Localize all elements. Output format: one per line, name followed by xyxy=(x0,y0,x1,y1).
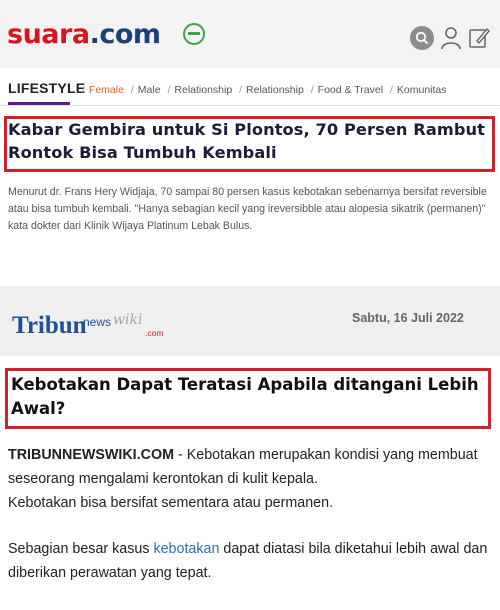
paragraph: Kebotakan bisa bersifat sementara atau p… xyxy=(8,495,334,511)
svg-text:Tribun: Tribun xyxy=(12,312,87,339)
nav-item-relationship-2[interactable]: Relationship xyxy=(246,84,304,96)
verified-badge-icon xyxy=(183,23,205,45)
article-title[interactable]: Kabar Gembira untuk Si Plontos, 70 Perse… xyxy=(8,118,488,164)
edit-icon[interactable] xyxy=(468,26,490,50)
paragraph: Sebagian besar kasus kebotakan dapat dia… xyxy=(8,541,488,581)
subcategory-list: / Female / Male / Relationship / Relationshi… xyxy=(82,84,447,96)
nav-item-komunitas[interactable]: Komunitas xyxy=(397,84,447,96)
svg-text:wiki: wiki xyxy=(113,312,142,328)
svg-text:.com: .com xyxy=(145,328,163,338)
paragraph: TRIBUNNEWSWIKI.COM - Kebotakan merupakan… xyxy=(8,447,478,487)
category-nav: LIFESTYLE / Female / Male / Relationship / R… xyxy=(0,74,500,110)
user-icon[interactable] xyxy=(440,26,462,50)
nav-item-relationship[interactable]: Relationship xyxy=(174,84,232,96)
nav-item-food-travel[interactable]: Food & Travel xyxy=(318,84,383,96)
nav-section-lifestyle[interactable]: LIFESTYLE xyxy=(8,80,85,96)
publish-date: Sabtu, 16 Juli 2022 xyxy=(352,311,464,325)
search-icon[interactable] xyxy=(410,26,434,50)
kebotakan-link[interactable]: kebotakan xyxy=(153,541,219,557)
tribun-header: Tribun news wiki .com Sabtu, 16 Juli 202… xyxy=(0,286,500,356)
nav-divider xyxy=(0,105,500,106)
article-title[interactable]: Kebotakan Dapat Teratasi Apabila ditanga… xyxy=(11,373,487,421)
suara-logo[interactable]: suara.com xyxy=(7,18,161,52)
tribunnewswiki-logo[interactable]: Tribun news wiki .com xyxy=(12,306,182,342)
nav-item-female[interactable]: Female xyxy=(89,84,124,96)
suara-header: suara.com xyxy=(0,0,500,68)
svg-text:news: news xyxy=(83,315,111,329)
source-label: TRIBUNNEWSWIKI.COM xyxy=(8,447,174,463)
nav-item-male[interactable]: Male xyxy=(138,84,161,96)
article-lead: Menurut dr. Frans Hery Widjaja, 70 sampa… xyxy=(8,186,487,232)
